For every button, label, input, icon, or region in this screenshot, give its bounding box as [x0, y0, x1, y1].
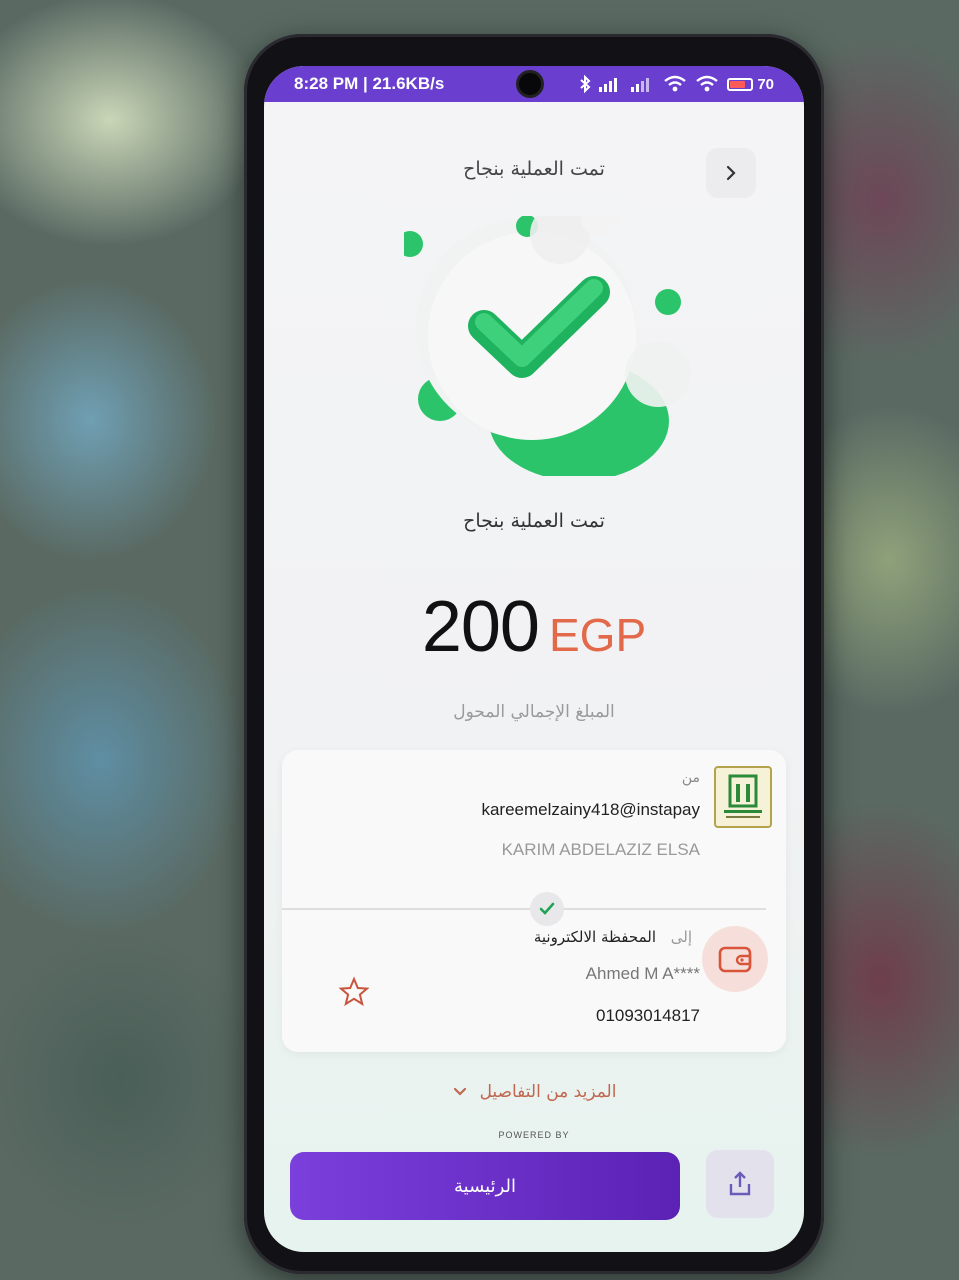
- battery-indicator: 70: [727, 76, 774, 93]
- powered-by: POWERED BY: [498, 1130, 570, 1140]
- from-name: KARIM ABDELAZIZ ELSA: [501, 840, 700, 859]
- to-wallet-type: المحفظة الالكترونية: [533, 928, 656, 946]
- app-screen: 8:28 PM | 21.6KB/s 70 تمت العملية بنجاح: [264, 66, 804, 1252]
- share-icon: [729, 1171, 751, 1196]
- page-title: تمت العملية بنجاح: [463, 158, 605, 180]
- front-camera: [516, 70, 544, 98]
- to-label: إلى: [670, 928, 692, 946]
- to-phone: 01093014817: [595, 1006, 700, 1025]
- bank-logo: [714, 766, 772, 828]
- status-bar: 8:28 PM | 21.6KB/s 70: [264, 66, 804, 102]
- home-button[interactable]: الرئيسية: [290, 1152, 680, 1220]
- wifi-icon: [664, 75, 687, 92]
- wallet-icon: [702, 926, 768, 992]
- success-check-icon: [404, 216, 691, 476]
- bluetooth-icon: [580, 75, 591, 93]
- amount-label: المبلغ الإجمالي المحول: [453, 702, 615, 722]
- check-icon: [530, 892, 564, 926]
- amount-value: 200: [421, 587, 540, 667]
- more-details-label: المزيد من التفاصيل: [479, 1082, 617, 1102]
- battery-icon: [727, 77, 754, 91]
- more-details-toggle[interactable]: المزيد من التفاصيل: [264, 1082, 804, 1102]
- amount: 200 EGP: [264, 586, 804, 668]
- success-message: تمت العملية بنجاح: [463, 510, 605, 532]
- to-name: Ahmed M A****: [585, 964, 700, 983]
- from-label: من: [681, 770, 700, 786]
- signal-icon: [599, 78, 618, 92]
- divider: [282, 908, 766, 910]
- battery-percent: 70: [757, 75, 774, 93]
- signal-2-icon: [631, 78, 650, 92]
- amount-currency: EGP: [548, 609, 647, 661]
- share-button[interactable]: [706, 1150, 774, 1218]
- chevron-down-icon: [453, 1087, 466, 1096]
- status-icons: 70: [579, 75, 774, 93]
- from-handle: kareemelzainy418@instapay: [481, 800, 700, 819]
- wifi-2-icon: [696, 75, 719, 92]
- star-outline-icon[interactable]: [338, 976, 370, 1008]
- transfer-card: من kareemelzainy418@instapay KARIM ABDEL…: [282, 750, 786, 1052]
